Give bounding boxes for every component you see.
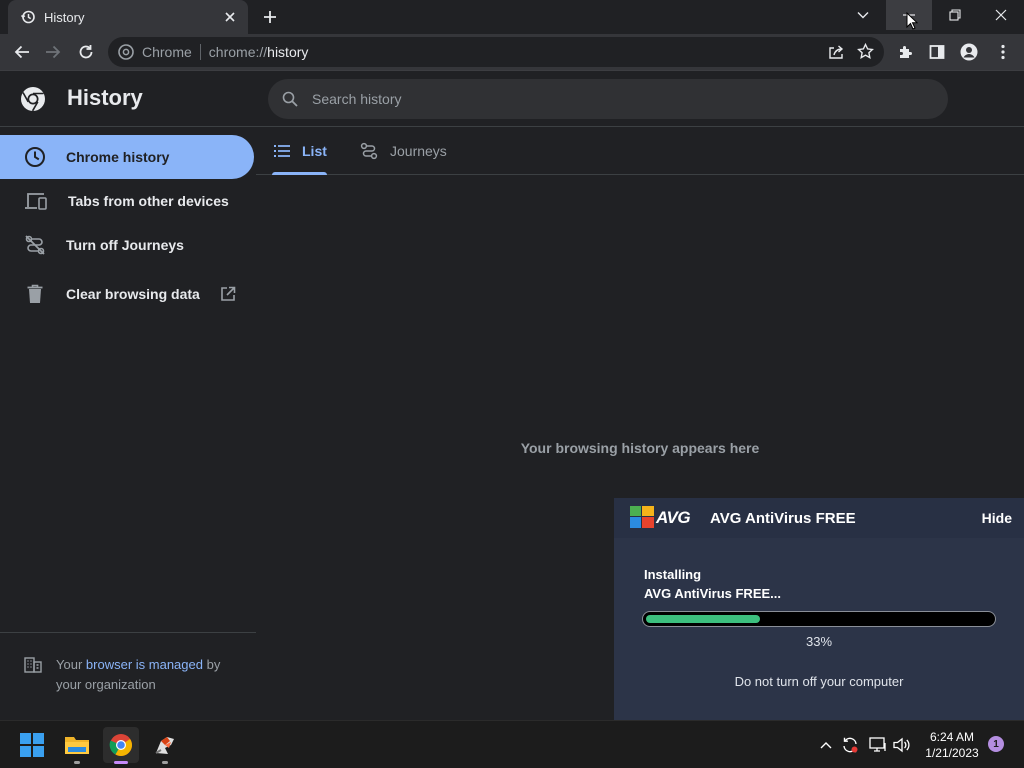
- avg-logo-icon: [630, 506, 654, 528]
- kebab-menu-icon[interactable]: [990, 39, 1016, 65]
- browser-toolbar: Chrome chrome:// history: [0, 34, 1024, 71]
- share-icon[interactable]: [828, 44, 844, 60]
- chrome-site-icon: [118, 44, 134, 60]
- avg-warning-text: Do not turn off your computer: [734, 674, 904, 689]
- devices-icon: [24, 190, 48, 212]
- clock-time: 6:24 AM: [929, 730, 975, 744]
- sidebar-item-label: Chrome history: [66, 149, 170, 165]
- building-icon: [24, 657, 42, 673]
- clock-date: 1/21/2023: [925, 746, 979, 760]
- address-bar[interactable]: Chrome chrome:// history: [108, 37, 884, 67]
- tab-journeys[interactable]: Journeys: [360, 127, 447, 175]
- notification-badge[interactable]: 1: [988, 736, 1004, 752]
- tab-strip: History: [0, 0, 1024, 34]
- tab-journeys-label: Journeys: [390, 143, 447, 159]
- avg-popup-header: AVG AVG AntiVirus FREE Hide: [614, 498, 1024, 538]
- sidebar-item-label: Tabs from other devices: [68, 193, 229, 209]
- history-tabs: List Journeys: [256, 127, 1024, 175]
- managed-browser-notice: Your browser is managed by your organiza…: [0, 632, 256, 720]
- clock-icon: [24, 146, 46, 168]
- tray-overflow-chevron-icon[interactable]: [816, 735, 836, 755]
- history-header: History: [0, 71, 1024, 127]
- active-indicator: [114, 761, 128, 764]
- url-path: history: [267, 44, 309, 60]
- profile-avatar-icon[interactable]: [956, 39, 982, 65]
- history-sidebar: Chrome history Tabs from other devices T…: [0, 127, 256, 720]
- tab-close-icon[interactable]: [220, 7, 240, 27]
- managed-prefix: Your: [56, 657, 83, 672]
- avg-installer-icon[interactable]: [147, 727, 183, 764]
- avg-install-popup: AVG AVG AntiVirus FREE Hide Installing A…: [614, 498, 1024, 720]
- side-panel-icon[interactable]: [924, 39, 950, 65]
- network-icon[interactable]: [868, 735, 888, 755]
- avg-status-line2: AVG AntiVirus FREE...: [644, 586, 782, 601]
- avg-progress-percent: 33%: [805, 634, 833, 649]
- mouse-cursor-icon: [906, 12, 918, 30]
- url-scheme: chrome://: [208, 44, 268, 60]
- external-link-icon: [220, 286, 236, 302]
- browser-tab-history[interactable]: History: [8, 0, 248, 34]
- tab-list-label: List: [302, 143, 327, 159]
- omnibox-divider: [199, 44, 201, 60]
- bookmark-star-icon[interactable]: [857, 43, 874, 60]
- sidebar-item-clear-browsing-data[interactable]: Clear browsing data: [0, 272, 254, 316]
- reload-button[interactable]: [73, 39, 99, 65]
- search-history-box[interactable]: [268, 79, 948, 119]
- chrome-icon[interactable]: [103, 727, 139, 764]
- taskbar-clock[interactable]: 6:24 AM 1/21/2023: [918, 729, 986, 761]
- empty-history-message: Your browsing history appears here: [520, 440, 760, 456]
- sidebar-item-tabs-other-devices[interactable]: Tabs from other devices: [0, 179, 254, 223]
- restore-button[interactable]: [932, 0, 978, 30]
- sidebar-item-turn-off-journeys[interactable]: Turn off Journeys: [0, 223, 254, 267]
- running-indicator: [74, 761, 80, 764]
- managed-link[interactable]: browser is managed: [86, 657, 203, 672]
- site-label: Chrome: [142, 44, 192, 60]
- avg-hide-button[interactable]: Hide: [982, 510, 1012, 526]
- forward-button[interactable]: [40, 39, 66, 65]
- page-title: History: [67, 85, 143, 110]
- volume-icon[interactable]: [892, 735, 912, 755]
- avg-popup-title: AVG AntiVirus FREE: [710, 510, 856, 527]
- sidebar-item-label: Turn off Journeys: [66, 237, 184, 253]
- close-window-button[interactable]: [978, 0, 1024, 30]
- tab-title: History: [44, 9, 85, 25]
- history-tab-icon: [20, 9, 36, 25]
- windows-start-icon[interactable]: [14, 727, 50, 763]
- back-button[interactable]: [9, 39, 35, 65]
- trash-icon: [24, 283, 46, 305]
- sync-error-icon[interactable]: [840, 735, 860, 755]
- tab-list[interactable]: List: [274, 127, 327, 175]
- running-indicator: [162, 761, 168, 764]
- new-tab-button[interactable]: [258, 6, 282, 28]
- extensions-puzzle-icon[interactable]: [893, 39, 919, 65]
- tab-search-chevron-icon[interactable]: [840, 0, 886, 30]
- avg-progress-bar: [642, 611, 996, 627]
- file-explorer-icon[interactable]: [59, 727, 95, 764]
- avg-status-line1: Installing: [644, 567, 702, 582]
- selected-tab-indicator: [272, 172, 327, 175]
- avg-progress-fill: [646, 615, 760, 623]
- journeys-icon: [360, 142, 378, 160]
- journeys-off-icon: [24, 234, 46, 256]
- sidebar-item-chrome-history[interactable]: Chrome history: [0, 135, 254, 179]
- managed-text: Your browser is managed by your organiza…: [56, 655, 246, 695]
- avg-logo-text: AVG: [656, 508, 691, 527]
- chrome-logo-icon: [20, 86, 46, 112]
- list-icon: [274, 144, 290, 158]
- search-icon: [282, 91, 298, 107]
- windows-taskbar: 6:24 AM 1/21/2023: [0, 720, 1024, 768]
- avg-install-status: Installing AVG AntiVirus FREE...: [644, 565, 781, 603]
- sidebar-item-label: Clear browsing data: [66, 286, 200, 302]
- search-input[interactable]: [312, 91, 872, 107]
